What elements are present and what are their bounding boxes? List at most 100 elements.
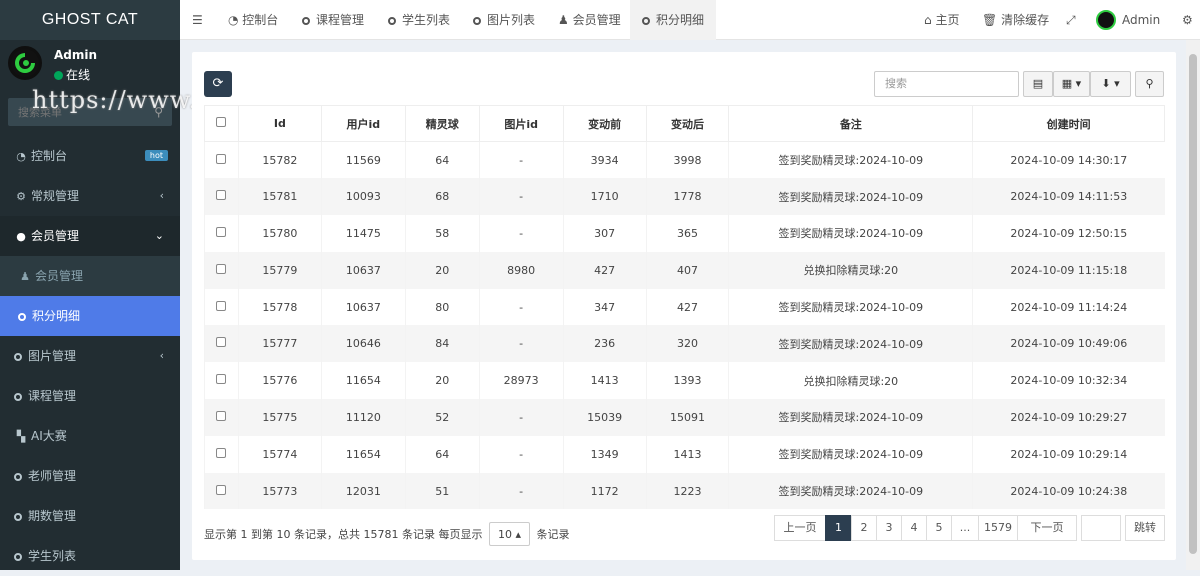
avatar-small (1096, 10, 1116, 30)
table-cell: 15773 (237, 472, 322, 510)
prev-page-button[interactable]: 上一页 (774, 515, 826, 541)
sidebar-item-courses[interactable]: 课程管理 (0, 376, 180, 416)
app-logo[interactable]: GHOST CAT (0, 0, 180, 40)
menu-toggle-icon[interactable]: ☰ (180, 0, 215, 40)
sidebar-item-students[interactable]: 学生列表 (0, 536, 180, 576)
circle-icon (18, 313, 26, 321)
table-cell: 2024-10-09 10:32:34 (972, 362, 1165, 400)
chevron-down-icon: ⌄ (154, 229, 164, 242)
table-cell: 15039 (562, 399, 647, 436)
table-cell: - (478, 215, 564, 252)
col-header[interactable]: 图片id (478, 105, 564, 142)
row-checkbox[interactable] (204, 325, 239, 363)
refresh-button[interactable]: ⟳ (204, 71, 232, 97)
table-cell: - (478, 399, 564, 436)
tab-dashboard[interactable]: ◔ 控制台 (216, 0, 290, 40)
table-cell: - (478, 435, 564, 473)
col-header[interactable]: 精灵球 (404, 105, 480, 142)
tab-members[interactable]: ♟ 会员管理 (546, 0, 633, 40)
next-page-button[interactable]: 下一页 (1017, 515, 1077, 541)
sidebar-item-points-detail[interactable]: 积分明细 (0, 296, 180, 336)
columns-button[interactable]: ▦ ▾ (1053, 71, 1090, 97)
fullscreen-icon[interactable]: ⤢ (1054, 0, 1088, 40)
sidebar-item-images[interactable]: 图片管理 ‹ (0, 336, 180, 376)
page-button[interactable]: 1 (825, 515, 852, 541)
home-link[interactable]: ⌂ 主页 (912, 0, 971, 40)
row-checkbox[interactable] (204, 141, 239, 179)
dashboard-icon: ◔ (16, 150, 26, 163)
row-checkbox[interactable] (204, 472, 239, 510)
col-header[interactable]: Id (237, 105, 322, 142)
toggle-view-button[interactable]: ▤ (1023, 71, 1053, 97)
row-checkbox[interactable] (204, 215, 239, 252)
table-cell: 签到奖励精灵球:2024-10-09 (728, 288, 973, 326)
table-cell: 307 (562, 215, 647, 252)
row-checkbox[interactable] (204, 251, 239, 289)
col-header[interactable]: 用户id (320, 105, 406, 142)
table-row[interactable]: 15773 12031 51-1172 1223 签到奖励精灵球:2024-10-09 2… (204, 472, 1165, 510)
table-cell: 12031 (320, 472, 406, 510)
table-cell: 2024-10-09 10:29:14 (972, 435, 1165, 473)
table-cell: - (478, 325, 564, 363)
table-cell: 347 (562, 288, 647, 326)
page-button[interactable]: 5 (926, 515, 952, 541)
table-row[interactable]: 15778 10637 80-347 427 签到奖励精灵球:2024-10-09 202… (204, 288, 1165, 326)
sidebar-item-ai-contest[interactable]: ▚ AI大赛 (0, 416, 180, 456)
table-cell: 3934 (562, 141, 647, 179)
col-header[interactable]: 变动后 (645, 105, 730, 142)
tab-courses[interactable]: 课程管理 (290, 0, 376, 40)
table-cell: 2024-10-09 10:24:38 (972, 472, 1165, 510)
table-row[interactable]: 15780 11475 58-307 365 签到奖励精灵球:2024-10-09 202… (204, 215, 1165, 252)
table-search-input[interactable]: 搜索 (874, 71, 1019, 97)
tab-students[interactable]: 学生列表 (376, 0, 462, 40)
sidebar-item-members[interactable]: ● 会员管理 ⌄ (0, 216, 180, 256)
clear-cache-button[interactable]: 🗑 清除缓存 (970, 0, 1061, 40)
jump-button[interactable]: 跳转 (1125, 515, 1165, 541)
table-row[interactable]: 15779 10637 20 8980 427 407 兑换扣除精灵球:20 2024-10-… (204, 251, 1165, 289)
page-button[interactable]: 4 (901, 515, 927, 541)
table-cell: 1413 (645, 435, 729, 473)
sidebar-item-member-manage[interactable]: ♟ 会员管理 (0, 256, 180, 296)
columns-icon: ▦ ▾ (1061, 77, 1082, 90)
col-header[interactable]: 创建时间 (972, 105, 1165, 142)
page-scrollbar[interactable] (1186, 40, 1200, 570)
table-cell: 11654 (320, 435, 406, 473)
points-table: Id 用户id 精灵球 图片id 变动前 变动后 备注 创建时间 15782 11… (204, 105, 1165, 510)
page-button[interactable]: 1579 (978, 515, 1018, 541)
col-header[interactable]: 变动前 (562, 105, 647, 142)
row-checkbox[interactable] (204, 399, 239, 436)
table-cell: 20 (404, 362, 480, 400)
table-cell: 52 (404, 399, 480, 436)
row-checkbox[interactable] (204, 362, 239, 400)
col-header[interactable]: 备注 (728, 105, 974, 142)
sidebar-item-teachers[interactable]: 老师管理 (0, 456, 180, 496)
table-row[interactable]: 15776 11654 20 28973 1413 1393 兑换扣除精灵球:20 2024-… (204, 362, 1165, 400)
sidebar-item-general[interactable]: ⚙ 常规管理 ‹ (0, 176, 180, 216)
table-row[interactable]: 15775 11120 52-15039 15091 签到奖励精灵球:2024-10-0… (204, 399, 1165, 436)
page-button[interactable]: 3 (876, 515, 902, 541)
sidebar-item-dashboard[interactable]: ◔ 控制台 hot (0, 136, 180, 176)
row-checkbox[interactable] (204, 288, 239, 326)
table-row[interactable]: 15782 11569 64-3934 3998 签到奖励精灵球:2024-10-09 2… (204, 141, 1165, 179)
table-row[interactable]: 15781 10093 68-1710 1778 签到奖励精灵球:2024-10-09 2… (204, 178, 1165, 216)
row-checkbox[interactable] (204, 178, 239, 216)
table-cell: - (478, 141, 564, 179)
settings-icon[interactable]: ⚙ (1170, 0, 1200, 40)
scrollbar-thumb[interactable] (1189, 54, 1197, 554)
admin-menu[interactable]: Admin (1084, 0, 1172, 40)
search-icon: ⚲ (1145, 77, 1154, 90)
table-row[interactable]: 15777 10646 84-236 320 签到奖励精灵球:2024-10-09 202… (204, 325, 1165, 363)
cogs-icon: ⚙ (16, 190, 26, 203)
search-button[interactable]: ⚲ (1135, 71, 1164, 97)
select-all-checkbox[interactable] (204, 105, 239, 142)
tab-images[interactable]: 图片列表 (461, 0, 547, 40)
tab-points-detail[interactable]: 积分明细 (630, 0, 717, 40)
table-cell: 11475 (320, 215, 406, 252)
row-checkbox[interactable] (204, 435, 239, 473)
per-page-select[interactable]: 10 ▴ (488, 522, 530, 546)
jump-page-input[interactable] (1081, 515, 1121, 541)
page-button[interactable]: 2 (851, 515, 877, 541)
export-button[interactable]: ⬇ ▾ (1090, 71, 1131, 97)
sidebar-item-periods[interactable]: 期数管理 (0, 496, 180, 536)
table-row[interactable]: 15774 11654 64-1349 1413 签到奖励精灵球:2024-10-09 2… (204, 435, 1165, 473)
